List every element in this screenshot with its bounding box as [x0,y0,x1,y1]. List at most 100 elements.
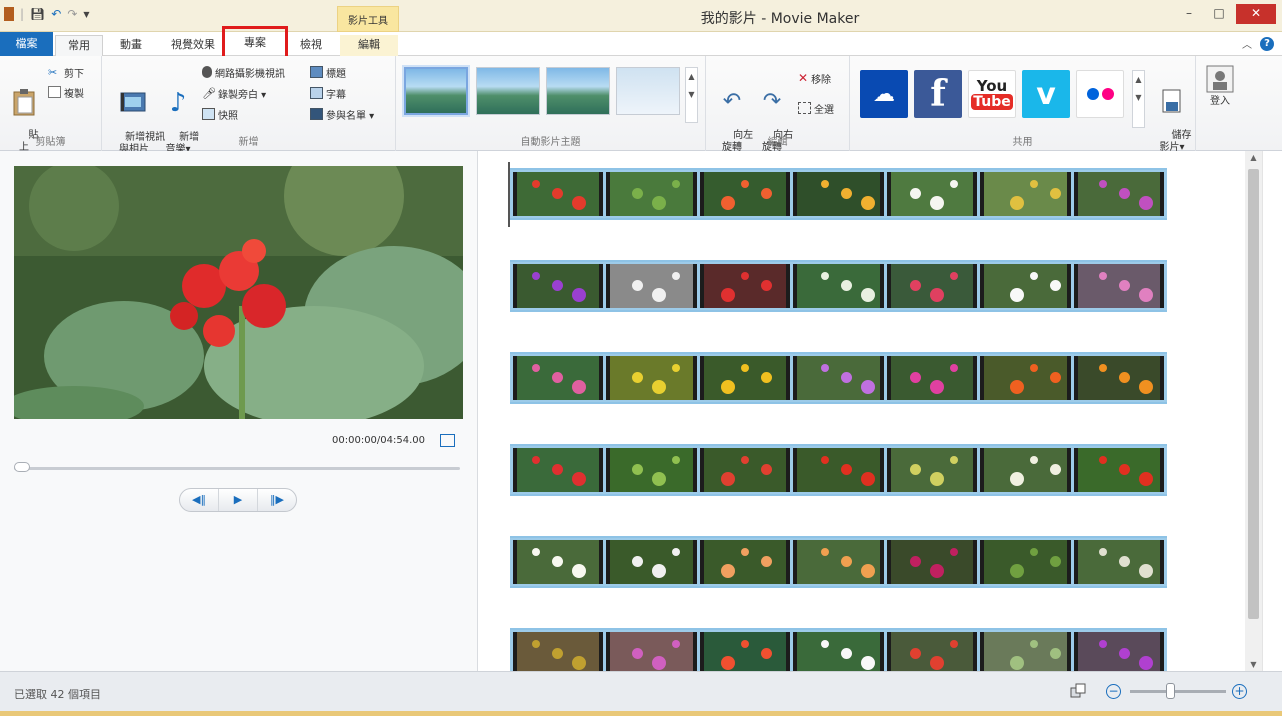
vimeo-button[interactable]: v [1022,70,1070,118]
seek-bar[interactable] [14,467,460,470]
video-clip-thumbnail[interactable] [793,356,884,400]
video-clip-thumbnail[interactable] [606,356,697,400]
scroll-up-icon[interactable]: ▲ [686,68,697,86]
cut-button[interactable]: ✂ 剪下 [48,64,84,80]
app-menu-icon[interactable] [4,7,14,21]
video-preview[interactable] [14,166,463,419]
share-gallery-scroll[interactable]: ▲ ▼ [1132,70,1145,128]
caption-button[interactable]: 字幕 [310,85,346,101]
video-clip-thumbnail[interactable] [1073,448,1164,492]
close-button[interactable]: ✕ [1236,4,1276,24]
video-clip-thumbnail[interactable] [886,356,978,400]
video-clip-thumbnail[interactable] [793,632,884,671]
seek-thumb[interactable] [14,462,30,472]
record-narration-button[interactable]: 🎤︎ 錄製旁白 ▾ [202,85,266,101]
help-icon[interactable]: ? [1260,36,1274,51]
video-clip-thumbnail[interactable] [1073,632,1164,671]
video-clip-thumbnail[interactable] [886,540,978,584]
video-clip-thumbnail[interactable] [980,264,1071,308]
video-clip-thumbnail[interactable] [886,448,978,492]
scroll-thumb[interactable] [1248,169,1259,619]
zoom-out-button[interactable]: − [1106,684,1121,699]
youtube-button[interactable]: You Tube [968,70,1016,118]
video-clip-thumbnail[interactable] [513,172,604,216]
gallery-scroll[interactable]: ▲ ▼ [685,67,698,123]
video-clip-thumbnail[interactable] [886,632,978,671]
credits-button[interactable]: 參與名單 ▾ [310,106,374,122]
facebook-button[interactable]: f [914,70,962,118]
video-clip-thumbnail[interactable] [793,264,884,308]
zoom-slider-track[interactable] [1130,690,1226,693]
video-clip-thumbnail[interactable] [1073,172,1164,216]
fullscreen-icon[interactable] [440,434,455,447]
thumbnail-size-icon[interactable] [1070,683,1086,699]
tab-view[interactable]: 檢視 [288,35,334,56]
play-icon[interactable]: ▶ [218,489,257,511]
video-clip-thumbnail[interactable] [980,540,1071,584]
tab-file[interactable]: 檔案 [0,32,53,56]
flickr-button[interactable] [1076,70,1124,118]
theme-thumbnail[interactable] [616,67,680,115]
scroll-down-icon[interactable]: ▼ [686,86,697,104]
maximize-button[interactable]: □ [1206,4,1232,24]
redo-icon[interactable]: ↷ [67,7,77,21]
sign-in-button[interactable]: 登入 [1200,64,1240,108]
tab-visual-effects[interactable]: 視覺效果 [162,35,224,56]
copy-button[interactable]: 複製 [48,84,84,100]
video-clip-thumbnail[interactable] [606,448,697,492]
snapshot-button[interactable]: 快照 [202,106,238,122]
scroll-up-icon[interactable]: ▲ [1133,71,1144,89]
video-clip-thumbnail[interactable] [980,356,1071,400]
video-clip-thumbnail[interactable] [606,172,697,216]
collapse-ribbon-icon[interactable]: ︿ [1242,36,1252,51]
storyboard[interactable] [480,151,1245,671]
undo-icon[interactable]: ↶ [51,7,61,21]
tab-animations[interactable]: 動畫 [108,35,154,56]
video-clip-thumbnail[interactable] [886,264,978,308]
save-icon[interactable]: 💾︎ [30,7,45,21]
video-clip-thumbnail[interactable] [699,172,791,216]
video-clip-thumbnail[interactable] [886,172,978,216]
video-clip-thumbnail[interactable] [699,356,791,400]
video-clip-thumbnail[interactable] [1073,264,1164,308]
video-clip-thumbnail[interactable] [980,172,1071,216]
video-clip-thumbnail[interactable] [699,632,791,671]
next-frame-icon[interactable]: ‖▶ [257,489,296,511]
video-clip-thumbnail[interactable] [1073,356,1164,400]
minimize-button[interactable]: – [1176,4,1202,24]
video-clip-thumbnail[interactable] [980,448,1071,492]
video-clip-thumbnail[interactable] [793,172,884,216]
video-clip-thumbnail[interactable] [513,448,604,492]
video-clip-thumbnail[interactable] [513,540,604,584]
scroll-up-icon[interactable]: ▲ [1245,153,1262,162]
tab-edit[interactable]: 編輯 [340,35,398,56]
webcam-video-button[interactable]: 網路攝影機視訊 [202,64,285,80]
onedrive-button[interactable]: ☁ [860,70,908,118]
previous-frame-icon[interactable]: ◀‖ [180,489,218,511]
video-clip-thumbnail[interactable] [606,264,697,308]
video-clip-thumbnail[interactable] [699,448,791,492]
vertical-scrollbar[interactable]: ▲ ▼ [1245,151,1262,671]
tab-home[interactable]: 常用 [55,35,103,56]
scroll-down-icon[interactable]: ▼ [1245,660,1262,669]
video-clip-thumbnail[interactable] [1073,540,1164,584]
video-clip-thumbnail[interactable] [606,632,697,671]
video-clip-thumbnail[interactable] [513,632,604,671]
video-clip-thumbnail[interactable] [513,264,604,308]
theme-thumbnail[interactable] [404,67,468,115]
scroll-down-icon[interactable]: ▼ [1133,89,1144,107]
zoom-in-button[interactable]: + [1232,684,1247,699]
video-clip-thumbnail[interactable] [606,540,697,584]
video-clip-thumbnail[interactable] [699,264,791,308]
video-clip-thumbnail[interactable] [699,540,791,584]
select-all-button[interactable]: 全選 [798,100,834,116]
zoom-slider-thumb[interactable] [1166,683,1175,699]
video-clip-thumbnail[interactable] [793,448,884,492]
title-button[interactable]: 標題 [310,64,346,80]
video-clip-thumbnail[interactable] [980,632,1071,671]
video-clip-thumbnail[interactable] [793,540,884,584]
tab-project[interactable]: 專案 [222,26,288,60]
theme-thumbnail[interactable] [546,67,610,115]
remove-button[interactable]: ✕ 移除 [798,70,831,86]
theme-thumbnail[interactable] [476,67,540,115]
